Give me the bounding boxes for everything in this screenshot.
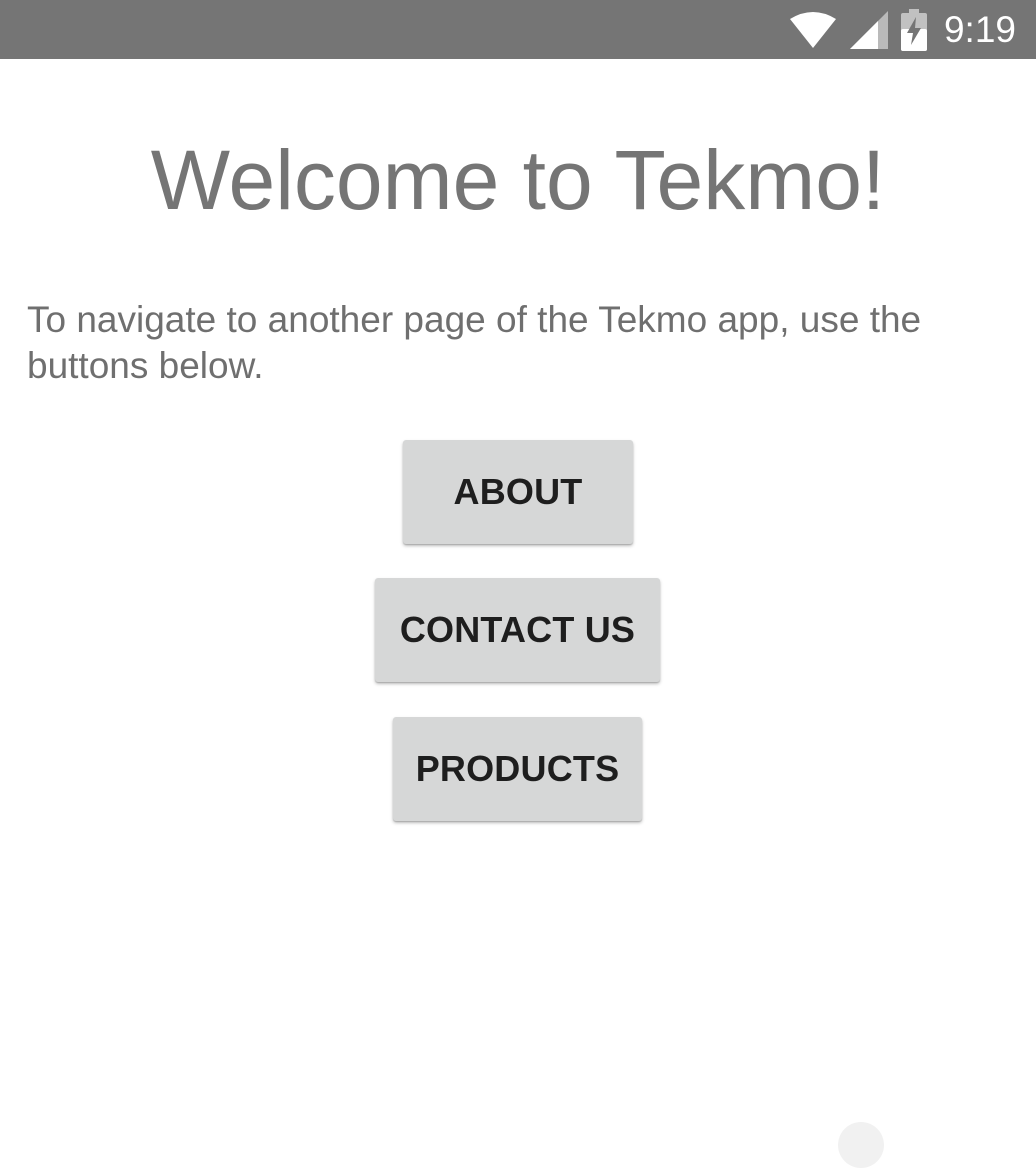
instructions-text: To navigate to another page of the Tekmo… [27, 299, 922, 386]
contact-us-button[interactable]: CONTACT US [375, 578, 660, 682]
cellular-signal-icon [848, 9, 890, 51]
wifi-icon [788, 11, 838, 49]
products-button[interactable]: PRODUCTS [393, 717, 642, 821]
status-bar: 9:19 [0, 0, 1036, 59]
battery-charging-icon [900, 8, 928, 51]
status-icons: 9:19 [788, 0, 1016, 59]
page-title: Welcome to Tekmo! [150, 133, 886, 227]
about-button[interactable]: ABOUT [403, 440, 633, 544]
floating-circle [838, 1122, 884, 1168]
status-time: 9:19 [943, 8, 1016, 50]
